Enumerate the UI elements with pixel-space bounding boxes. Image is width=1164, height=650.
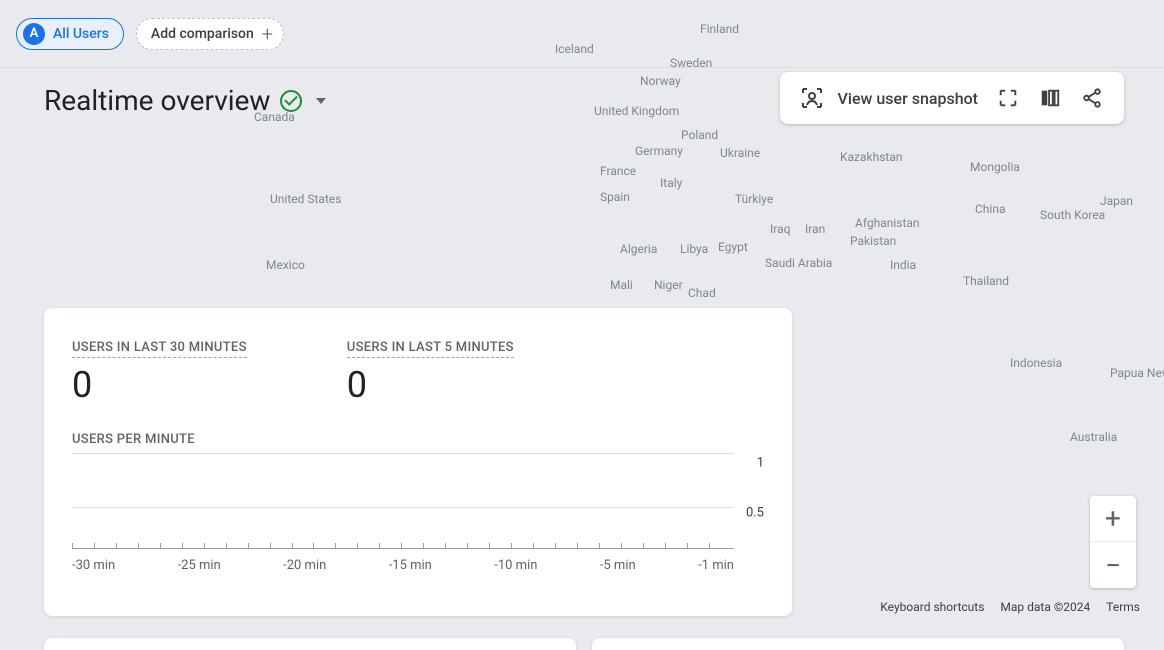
chip-label: All Users bbox=[53, 26, 109, 42]
keyboard-shortcuts-link[interactable]: Keyboard shortcuts bbox=[880, 600, 984, 614]
x-tick: -1 min bbox=[698, 558, 734, 573]
x-tick: -10 min bbox=[494, 558, 537, 573]
y-tick-0-5: 0.5 bbox=[746, 506, 764, 521]
metric-5min-value: 0 bbox=[347, 364, 514, 406]
page-title: Realtime overview bbox=[44, 84, 270, 117]
map-attribution: Keyboard shortcuts Map data ©2024 Terms bbox=[880, 600, 1140, 614]
additional-cards bbox=[44, 638, 1124, 650]
plus-icon: + bbox=[262, 22, 273, 46]
page-title-row: Realtime overview bbox=[44, 84, 326, 117]
map-data-text: Map data ©2024 bbox=[1000, 600, 1090, 614]
card-placeholder-2 bbox=[592, 638, 1124, 650]
metric-30min-value: 0 bbox=[72, 364, 247, 406]
snapshot-label: View user snapshot bbox=[838, 89, 978, 108]
terms-link[interactable]: Terms bbox=[1106, 600, 1140, 614]
action-bar: View user snapshot bbox=[780, 72, 1124, 124]
add-comparison-button[interactable]: Add comparison + bbox=[136, 18, 284, 50]
add-comparison-label: Add comparison bbox=[151, 26, 254, 42]
x-tick: -20 min bbox=[283, 558, 326, 573]
comparison-toolbar: A All Users Add comparison + bbox=[0, 0, 1164, 68]
share-icon[interactable] bbox=[1080, 86, 1104, 110]
x-tick: -15 min bbox=[389, 558, 432, 573]
y-tick-1: 1 bbox=[757, 455, 764, 470]
chevron-down-icon[interactable] bbox=[316, 98, 326, 104]
map-zoom-control: + − bbox=[1090, 496, 1136, 588]
metric-5min-label: USERS IN LAST 5 MINUTES bbox=[347, 340, 514, 358]
users-per-minute-label: USERS PER MINUTE bbox=[72, 432, 764, 447]
x-tick: -5 min bbox=[600, 558, 636, 573]
fullscreen-icon[interactable] bbox=[996, 86, 1020, 110]
compare-columns-icon[interactable] bbox=[1038, 86, 1062, 110]
all-users-chip[interactable]: A All Users bbox=[16, 18, 124, 50]
chip-badge: A bbox=[23, 23, 45, 45]
status-check-icon[interactable] bbox=[280, 90, 302, 112]
zoom-in-button[interactable]: + bbox=[1090, 496, 1136, 542]
view-user-snapshot-button[interactable]: View user snapshot bbox=[800, 86, 978, 110]
zoom-out-button[interactable]: − bbox=[1090, 542, 1136, 588]
x-tick: -25 min bbox=[178, 558, 221, 573]
user-snapshot-icon bbox=[800, 86, 824, 110]
x-tick: -30 min bbox=[72, 558, 115, 573]
users-per-minute-chart: 1 0.5 -30 min -25 min -20 min -15 min -10 mi… bbox=[72, 453, 764, 573]
metric-30min-label: USERS IN LAST 30 MINUTES bbox=[72, 340, 247, 358]
realtime-metrics-card: USERS IN LAST 30 MINUTES 0 USERS IN LAST… bbox=[44, 308, 792, 616]
card-placeholder-1 bbox=[44, 638, 576, 650]
